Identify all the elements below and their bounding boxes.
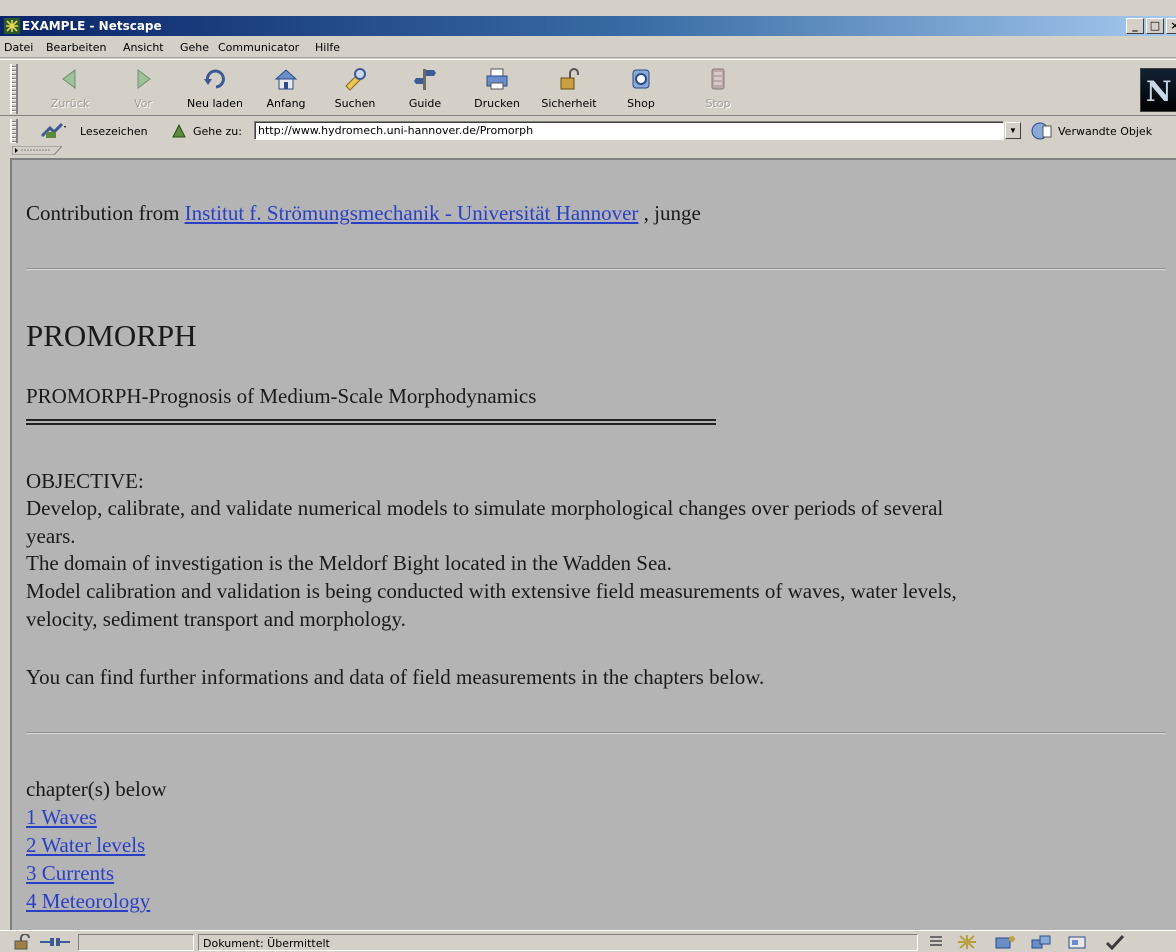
url-field[interactable] xyxy=(254,121,1004,140)
page-content: Contribution from Institut f. Strömungsm… xyxy=(10,158,1176,930)
url-dropdown-button[interactable]: ▼ xyxy=(1005,122,1021,139)
security-status-icon[interactable] xyxy=(12,934,34,950)
contribution-suffix: , junge xyxy=(643,201,701,225)
reload-button[interactable]: Neu laden xyxy=(185,64,245,114)
contribution-prefix: Contribution from xyxy=(26,201,180,225)
objective-label: OBJECTIVE: xyxy=(26,469,144,493)
goto-label: Gehe zu: xyxy=(193,125,242,138)
objective-line-2: years. xyxy=(26,524,76,548)
padlock-icon xyxy=(560,68,579,90)
window-title: EXAMPLE - Netscape xyxy=(22,19,162,33)
security-button[interactable]: Sicherheit xyxy=(539,64,599,114)
shop-button[interactable]: Shop xyxy=(611,64,671,114)
search-button[interactable]: Suchen xyxy=(325,64,385,114)
home-label: Anfang xyxy=(266,97,306,110)
reload-icon xyxy=(204,69,225,89)
menu-ansicht[interactable]: Ansicht xyxy=(123,41,164,54)
guide-label: Guide xyxy=(408,97,442,110)
chapter-link-waves[interactable]: 1 Waves xyxy=(26,805,97,830)
back-arrow-icon xyxy=(62,69,76,89)
stop-button[interactable]: Stop xyxy=(688,64,748,114)
search-label: Suchen xyxy=(334,97,376,110)
stop-label: Stop xyxy=(705,97,731,110)
navigator-tray-icon[interactable] xyxy=(956,934,978,950)
navigation-toolbar: Zurück Vor Neu laden Anfang Suchen Guide… xyxy=(0,59,1176,116)
netscape-app-icon[interactable] xyxy=(4,18,20,34)
forward-button[interactable]: Vor xyxy=(113,64,173,114)
home-icon xyxy=(274,69,298,90)
guide-button[interactable]: Guide xyxy=(395,64,455,114)
status-bar: Dokument: Übermittelt xyxy=(0,930,1176,952)
chapter-link-currents[interactable]: 3 Currents xyxy=(26,861,114,886)
status-text: Dokument: Übermittelt xyxy=(198,934,918,951)
netscape-logo[interactable]: N xyxy=(1140,68,1176,112)
security-label: Sicherheit xyxy=(541,97,597,110)
menu-bar: Datei Bearbeiten Ansicht Gehe Communicat… xyxy=(0,36,1176,58)
related-objects-icon[interactable] xyxy=(1030,121,1054,141)
menu-gehe[interactable]: Gehe xyxy=(180,41,209,54)
forward-arrow-icon xyxy=(137,69,151,89)
maximize-button[interactable]: □ xyxy=(1146,18,1164,34)
objective-line-1: Develop, calibrate, and validate numeric… xyxy=(26,496,944,520)
institute-link[interactable]: Institut f. Strömungsmechanik - Universi… xyxy=(185,201,639,225)
domain-line: The domain of investigation is the Meldo… xyxy=(26,551,672,575)
divider-top xyxy=(26,268,1166,270)
location-grip[interactable] xyxy=(10,119,18,143)
guide-icon xyxy=(414,69,436,90)
contribution-line: Contribution from Institut f. Strömungsm… xyxy=(26,201,701,226)
close-button[interactable]: × xyxy=(1166,18,1176,34)
menu-communicator[interactable]: Communicator xyxy=(218,41,299,54)
component-bar-grip-icon[interactable] xyxy=(926,934,948,950)
minimize-button[interactable]: _ xyxy=(1126,18,1144,34)
title-bar[interactable]: EXAMPLE - Netscape _ □ × xyxy=(0,16,1176,36)
calibration-line-1: Model calibration and validation is bein… xyxy=(26,579,957,603)
related-objects-label[interactable]: Verwandte Objek xyxy=(1058,125,1152,138)
search-icon xyxy=(345,68,366,91)
subtitle-double-rule xyxy=(26,419,716,425)
goto-icon xyxy=(172,123,186,138)
calibration-line-2: velocity, sediment transport and morphol… xyxy=(26,607,406,631)
home-button[interactable]: Anfang xyxy=(256,64,316,114)
progress-bar xyxy=(78,934,194,951)
menu-hilfe[interactable]: Hilfe xyxy=(315,41,340,54)
chapter-link-water-levels[interactable]: 2 Water levels xyxy=(26,833,145,858)
url-input[interactable] xyxy=(258,123,998,138)
mail-tray-icon[interactable] xyxy=(994,934,1016,950)
back-label: Zurück xyxy=(50,97,90,110)
toolbar-grip[interactable] xyxy=(10,64,18,114)
newsgroups-tray-icon[interactable] xyxy=(1030,934,1052,950)
bookmarks-icon[interactable] xyxy=(40,122,68,140)
page-title: PROMORPH xyxy=(26,318,197,353)
shop-icon xyxy=(632,69,650,89)
stop-icon xyxy=(711,68,725,90)
toolbar-collapse-tab[interactable] xyxy=(12,146,62,155)
browser-window: EXAMPLE - Netscape _ □ × Datei Bearbeite… xyxy=(0,0,1176,952)
bookmarks-label[interactable]: Lesezeichen xyxy=(80,125,148,138)
divider-bottom xyxy=(26,732,1166,734)
menu-bearbeiten[interactable]: Bearbeiten xyxy=(46,41,106,54)
composer-tray-icon[interactable] xyxy=(1066,934,1088,950)
print-button[interactable]: Drucken xyxy=(467,64,527,114)
chapter-link-meteorology[interactable]: 4 Meteorology xyxy=(26,889,150,914)
shop-label: Shop xyxy=(627,97,655,110)
chapters-label: chapter(s) below xyxy=(26,777,167,801)
further-info: You can find further informations and da… xyxy=(26,665,765,689)
menu-datei[interactable]: Datei xyxy=(4,41,33,54)
netscape-logo-letter: N xyxy=(1146,75,1172,108)
printer-icon xyxy=(486,68,508,90)
page-subtitle: PROMORPH-Prognosis of Medium-Scale Morph… xyxy=(26,384,537,408)
location-bar: Lesezeichen Gehe zu: ▼ Verwandte Objek xyxy=(0,117,1176,145)
connection-status-icon[interactable] xyxy=(38,934,72,950)
reload-label: Neu laden xyxy=(187,97,243,110)
print-label: Drucken xyxy=(474,97,520,110)
back-button[interactable]: Zurück xyxy=(40,64,100,114)
checkmark-tray-icon[interactable] xyxy=(1104,934,1126,950)
forward-label: Vor xyxy=(134,97,152,110)
